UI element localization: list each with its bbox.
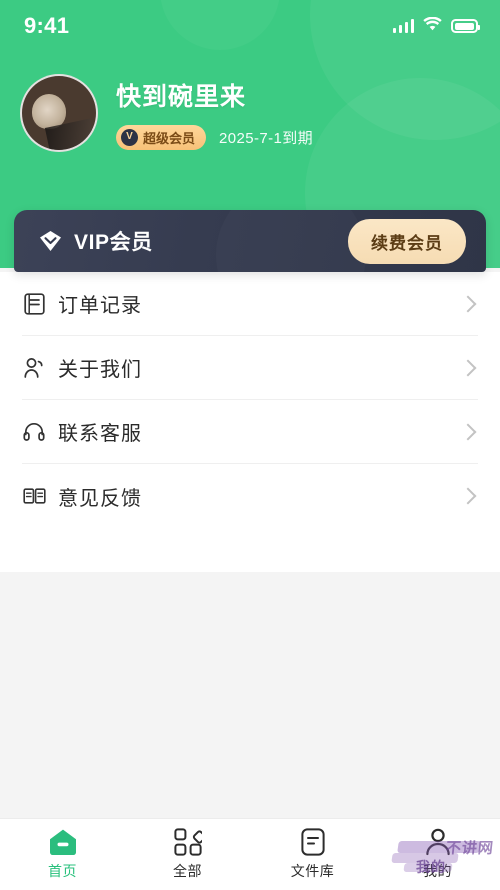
chevron-right-icon [459,295,477,312]
headset-icon [22,420,46,444]
menu-item-label: 联系客服 [58,423,142,445]
tab-file-library[interactable]: 文件库 [250,819,375,890]
tab-home[interactable]: 首页 [0,819,125,890]
status-badge: V 超级会员 [116,124,207,150]
battery-icon [451,19,480,33]
status-time: 9:41 [24,13,70,38]
watermark-text-line1: 不讲网 [444,840,495,857]
file-library-icon [300,828,325,856]
vip-card[interactable]: VIP会员 续费会员 [14,210,486,272]
tab-label: 首页 [48,863,77,879]
menu-item-label: 关于我们 [58,359,142,381]
tab-mine[interactable]: 我的 不讲网 我的 [375,819,500,890]
avatar[interactable] [20,74,98,152]
status-icons [392,16,480,36]
menu-item-label: 订单记录 [58,295,142,317]
menu-item-feedback[interactable]: 意见反馈 [22,464,478,528]
vip-mark-icon: V [121,128,138,146]
membership-expiry: 2025-7-1到期 [219,129,314,147]
profile-text: 快到碗里来 V 超级会员 2025-7-1到期 [116,77,313,150]
grid-icon [173,828,202,856]
vip-card-title: VIP会员 [74,231,153,254]
status-bar: 9:41 [0,0,500,52]
diamond-icon [38,229,63,253]
username: 快到碗里来 [116,82,247,111]
tab-label: 文件库 [290,863,335,879]
app-screen: 9:41 快到碗里来 V 超级会员 2025-7-1到期 VIP会员 续费会员 … [0,0,500,890]
chevron-right-icon [459,487,477,505]
open-book-icon [22,484,46,508]
menu-list: 订单记录 关于我们 联系客服 意见反馈 [0,272,500,572]
tab-label: 全部 [173,863,202,879]
menu-item-about-us[interactable]: 关于我们 [22,336,478,400]
home-icon [48,828,78,856]
menu-item-contact-support[interactable]: 联系客服 [22,400,478,464]
wifi-icon [423,16,442,36]
menu-item-label: 意见反馈 [58,487,142,510]
chevron-right-icon [459,359,477,376]
user-icon [425,828,451,856]
profile-meta: V 超级会员 2025-7-1到期 [116,124,314,150]
profile-block: 快到碗里来 V 超级会员 2025-7-1到期 [0,52,500,152]
renew-membership-button[interactable]: 续费会员 [348,218,466,264]
vip-badge-label: 超级会员 [143,130,196,146]
signal-bars-icon [392,19,414,33]
vip-card-left: VIP会员 [38,226,153,256]
bottom-navigation: 首页 全部 文件库 我的 不讲网 我的 [0,818,500,890]
person-icon [22,356,46,380]
menu-item-order-records[interactable]: 订单记录 [22,272,478,336]
tab-all[interactable]: 全部 [125,819,250,890]
tab-label: 我的 [423,863,452,879]
chevron-right-icon [459,423,477,440]
order-document-icon [22,292,46,316]
